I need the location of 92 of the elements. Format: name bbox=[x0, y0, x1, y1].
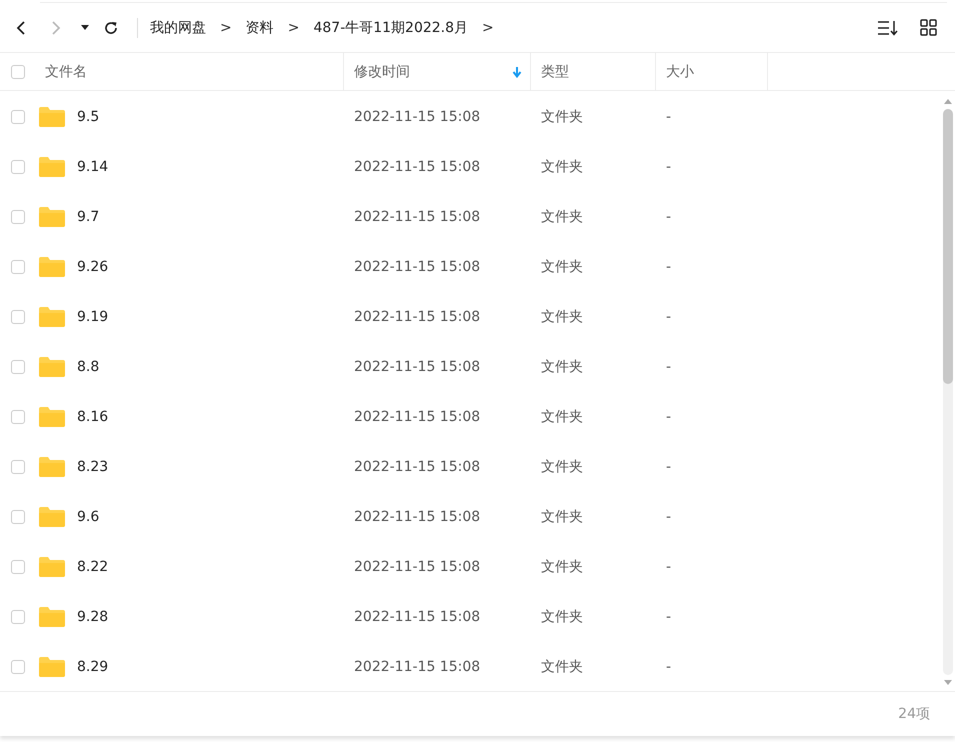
file-name[interactable]: 9.6 bbox=[77, 509, 100, 525]
file-name[interactable]: 9.7 bbox=[77, 209, 100, 225]
column-header[interactable]: 修改时间 bbox=[344, 53, 531, 90]
breadcrumb-item[interactable]: 我的网盘 bbox=[150, 18, 206, 36]
modified-time: 2022-11-15 15:08 bbox=[353, 559, 482, 575]
row-checkbox[interactable] bbox=[11, 660, 25, 674]
file-type: 文件夹 bbox=[540, 458, 584, 476]
file-type: 文件夹 bbox=[540, 558, 584, 576]
folder-icon bbox=[39, 207, 65, 227]
folder-icon bbox=[39, 107, 65, 127]
modified-time: 2022-11-15 15:08 bbox=[353, 109, 482, 125]
scroll-up-icon[interactable] bbox=[943, 97, 953, 105]
modified-time: 2022-11-15 15:08 bbox=[353, 509, 482, 525]
breadcrumb-item[interactable]: 487-牛哥11期2022.8月 bbox=[313, 18, 468, 36]
folder-icon bbox=[39, 507, 65, 527]
chevron-left-icon bbox=[15, 20, 27, 36]
grid-icon bbox=[920, 19, 936, 36]
folder-icon bbox=[39, 657, 65, 677]
column-header[interactable]: 大小 bbox=[656, 53, 768, 90]
modified-time: 2022-11-15 15:08 bbox=[353, 309, 482, 325]
item-count: 24项 bbox=[898, 705, 930, 723]
file-size: - bbox=[665, 609, 672, 625]
folder-icon bbox=[39, 157, 65, 177]
row-checkbox[interactable] bbox=[11, 360, 25, 374]
scroll-down-icon[interactable] bbox=[943, 679, 953, 687]
modified-time: 2022-11-15 15:08 bbox=[353, 209, 482, 225]
row-checkbox[interactable] bbox=[11, 460, 25, 474]
row-checkbox[interactable] bbox=[11, 110, 25, 124]
folder-icon bbox=[39, 607, 65, 627]
modified-time: 2022-11-15 15:08 bbox=[353, 259, 482, 275]
sort-icon bbox=[877, 18, 899, 36]
folder-icon bbox=[39, 457, 65, 477]
file-type: 文件夹 bbox=[540, 608, 584, 626]
breadcrumb-separator: > bbox=[482, 20, 494, 36]
file-type: 文件夹 bbox=[540, 258, 584, 276]
file-name[interactable]: 8.29 bbox=[77, 659, 108, 675]
file-type: 文件夹 bbox=[540, 158, 584, 176]
file-type: 文件夹 bbox=[540, 308, 584, 326]
file-name[interactable]: 9.26 bbox=[77, 259, 108, 275]
folder-icon bbox=[39, 557, 65, 577]
breadcrumb-separator: > bbox=[220, 20, 232, 36]
breadcrumb-item[interactable]: 资料 bbox=[246, 18, 274, 36]
file-name[interactable]: 8.8 bbox=[77, 359, 100, 375]
modified-time: 2022-11-15 15:08 bbox=[353, 359, 482, 375]
modified-time: 2022-11-15 15:08 bbox=[353, 159, 482, 175]
chevron-right-icon bbox=[50, 20, 62, 36]
file-name[interactable]: 9.5 bbox=[77, 109, 100, 125]
file-name[interactable]: 8.23 bbox=[77, 459, 108, 475]
file-name[interactable]: 9.14 bbox=[77, 159, 108, 175]
row-checkbox[interactable] bbox=[11, 210, 25, 224]
modified-time: 2022-11-15 15:08 bbox=[353, 609, 482, 625]
file-name[interactable]: 9.19 bbox=[77, 309, 108, 325]
folder-icon bbox=[39, 357, 65, 377]
file-type: 文件夹 bbox=[540, 108, 584, 126]
column-header[interactable]: 文件名 bbox=[35, 53, 344, 90]
file-size: - bbox=[665, 209, 672, 225]
file-size: - bbox=[665, 559, 672, 575]
file-type: 文件夹 bbox=[540, 508, 584, 526]
file-type: 文件夹 bbox=[540, 358, 584, 376]
column-header[interactable]: 类型 bbox=[531, 53, 656, 90]
file-size: - bbox=[665, 109, 672, 125]
row-checkbox[interactable] bbox=[11, 510, 25, 524]
row-checkbox[interactable] bbox=[11, 160, 25, 174]
row-checkbox[interactable] bbox=[11, 410, 25, 424]
caret-icon bbox=[81, 24, 89, 30]
folder-icon bbox=[39, 257, 65, 277]
file-size: - bbox=[665, 459, 672, 475]
file-size: - bbox=[665, 309, 672, 325]
folder-icon bbox=[39, 307, 65, 327]
modified-time: 2022-11-15 15:08 bbox=[353, 409, 482, 425]
refresh-icon bbox=[103, 20, 119, 36]
modified-time: 2022-11-15 15:08 bbox=[353, 659, 482, 675]
folder-icon bbox=[39, 407, 65, 427]
file-type: 文件夹 bbox=[540, 408, 584, 426]
file-size: - bbox=[665, 259, 672, 275]
file-size: - bbox=[665, 359, 672, 375]
row-checkbox[interactable] bbox=[11, 310, 25, 324]
file-size: - bbox=[665, 659, 672, 675]
file-size: - bbox=[665, 509, 672, 525]
file-size: - bbox=[665, 409, 672, 425]
file-name[interactable]: 9.28 bbox=[77, 609, 108, 625]
file-name[interactable]: 8.22 bbox=[77, 559, 108, 575]
breadcrumb-separator: > bbox=[288, 20, 300, 36]
row-checkbox[interactable] bbox=[11, 610, 25, 624]
modified-time: 2022-11-15 15:08 bbox=[353, 459, 482, 475]
file-type: 文件夹 bbox=[540, 658, 584, 676]
file-type: 文件夹 bbox=[540, 208, 584, 226]
row-checkbox[interactable] bbox=[11, 560, 25, 574]
select-all-checkbox[interactable] bbox=[11, 64, 25, 78]
file-name[interactable]: 8.16 bbox=[77, 409, 108, 425]
file-size: - bbox=[665, 159, 672, 175]
row-checkbox[interactable] bbox=[11, 260, 25, 274]
